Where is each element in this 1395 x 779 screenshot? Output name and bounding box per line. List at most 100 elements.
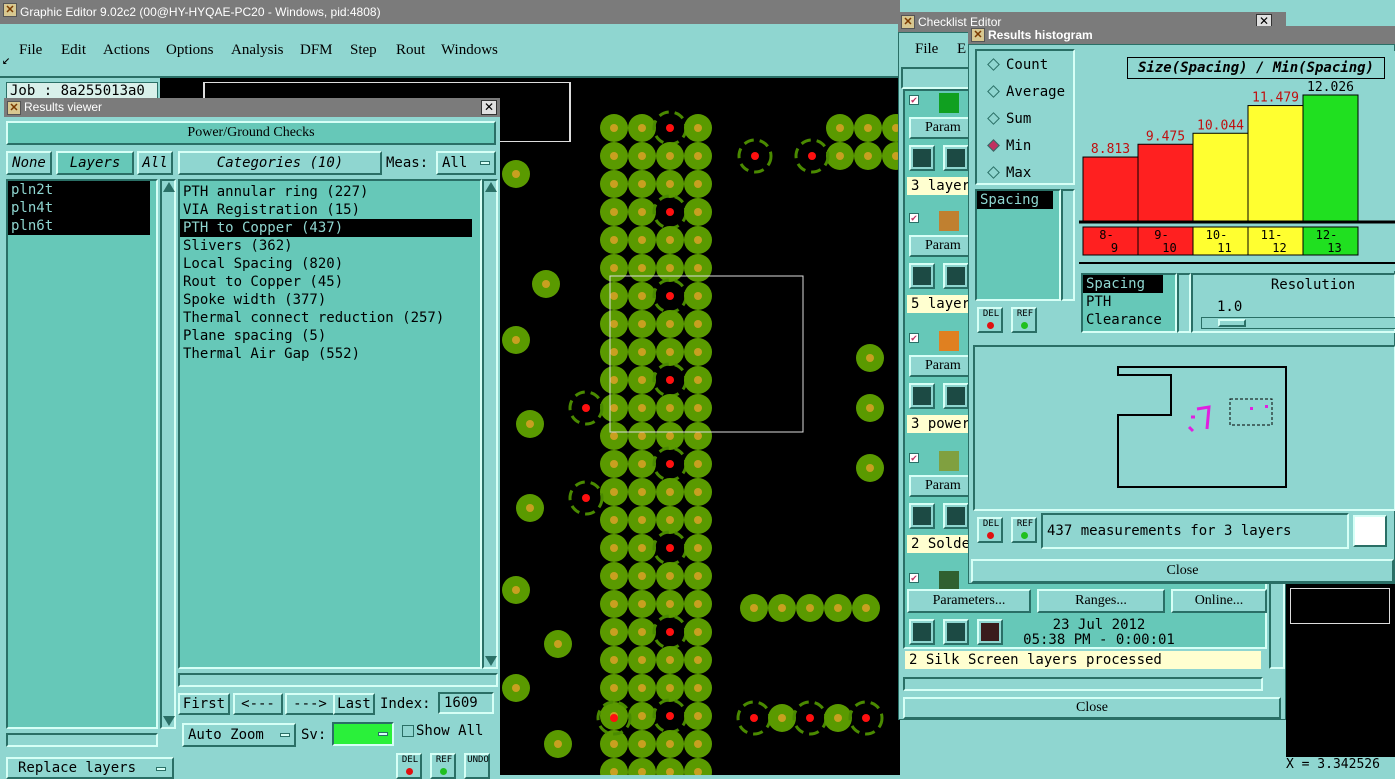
category-item[interactable]: Slivers (362) — [180, 237, 472, 255]
online-button[interactable]: Online... — [1171, 589, 1267, 613]
mode-radio-max[interactable]: Max — [987, 163, 1031, 183]
parameters-button[interactable]: Parameters... — [907, 589, 1031, 613]
spacing-type-item[interactable]: Clearance — [1083, 311, 1163, 329]
layer-item[interactable]: pln6t — [8, 217, 150, 235]
nav-next-button[interactable]: ---> — [285, 693, 335, 715]
category-item[interactable]: PTH to Copper (437) — [180, 219, 472, 237]
run-step-icon[interactable] — [943, 383, 969, 409]
undo-button[interactable]: UNDO — [464, 753, 490, 779]
menu-actions[interactable]: Actions — [103, 42, 150, 59]
nav-prev-button[interactable]: <--- — [233, 693, 283, 715]
resolution-slider-handle[interactable] — [1218, 319, 1246, 327]
results-header-button[interactable]: Power/Ground Checks — [6, 121, 496, 145]
run-step-icon[interactable] — [943, 263, 969, 289]
run-step-icon[interactable] — [943, 619, 969, 645]
ref-button[interactable]: REF — [430, 753, 456, 779]
menu-analysis[interactable]: Analysis — [231, 42, 284, 59]
spacing-type-item[interactable]: PTH — [1083, 293, 1163, 311]
spacing-type-scrollbar[interactable] — [1177, 273, 1191, 333]
run-action-icon[interactable] — [909, 503, 935, 529]
category-item[interactable]: PTH annular ring (227) — [180, 183, 472, 201]
menu-rout[interactable]: Rout — [396, 42, 425, 59]
run-step-icon[interactable] — [943, 503, 969, 529]
results-viewer-close-icon[interactable]: ✕ — [481, 100, 497, 115]
nav-last-button[interactable]: Last — [333, 693, 375, 715]
layers-hscrollbar[interactable] — [6, 733, 158, 747]
categories-list[interactable]: PTH annular ring (227) VIA Registration (… — [178, 179, 482, 669]
mode-radio-min[interactable]: Min — [987, 136, 1031, 156]
category-item[interactable]: Thermal connect reduction (257) — [180, 309, 472, 327]
action-checkbox[interactable]: ✔ — [909, 213, 919, 224]
ranges-button[interactable]: Ranges... — [1037, 589, 1165, 613]
checklist-menu-file[interactable]: File — [915, 41, 938, 58]
checklist-close-button[interactable]: Close — [903, 697, 1281, 719]
run-action-icon[interactable] — [909, 619, 935, 645]
run-step-icon[interactable] — [943, 145, 969, 171]
action-checkbox[interactable]: ✔ — [909, 95, 919, 106]
histogram-preview[interactable] — [973, 345, 1395, 511]
layers-scrollbar[interactable] — [160, 179, 176, 729]
checklist-hscrollbar[interactable] — [903, 677, 1263, 691]
category-item[interactable]: Rout to Copper (45) — [180, 273, 472, 291]
pcb-board-canvas[interactable] — [500, 78, 900, 775]
histogram-titlebar[interactable]: ✕ Results histogram — [968, 26, 1395, 44]
mode-radio-sum[interactable]: Sum — [987, 109, 1031, 129]
menu-windows[interactable]: Windows — [441, 42, 498, 59]
action-checkbox[interactable]: ✔ — [909, 453, 919, 464]
action-checkbox[interactable]: ✔ — [909, 573, 919, 584]
categories-button[interactable]: Categories (10) — [178, 151, 382, 175]
main-window-titlebar[interactable]: ✕ Graphic Editor 9.02c2 (00@HY-HYQAE-PC2… — [0, 0, 900, 24]
menu-file[interactable]: File — [19, 42, 42, 59]
category-item[interactable]: Thermal Air Gap (552) — [180, 345, 472, 363]
category-item[interactable]: Plane spacing (5) — [180, 327, 472, 345]
histogram-measure-scrollbar[interactable] — [1061, 189, 1075, 301]
categories-hscrollbar[interactable] — [178, 673, 498, 687]
nav-first-button[interactable]: First — [178, 693, 230, 715]
run-action-icon[interactable] — [909, 383, 935, 409]
show-all-checkbox[interactable] — [402, 725, 414, 737]
menu-dfm[interactable]: DFM — [300, 42, 333, 59]
histogram-del-button[interactable]: DEL — [977, 307, 1003, 333]
menu-options[interactable]: Options — [166, 42, 214, 59]
auto-zoom-button[interactable]: Auto Zoom — [182, 723, 296, 747]
action-checkbox[interactable]: ✔ — [909, 333, 919, 344]
categories-scrollbar[interactable] — [482, 179, 498, 669]
filter-layers-button[interactable]: Layers — [56, 151, 134, 175]
menu-step[interactable]: Step — [350, 42, 377, 59]
histogram-close-button[interactable]: Close — [971, 559, 1394, 583]
filter-none-button[interactable]: None — [6, 151, 52, 175]
category-item[interactable]: VIA Registration (15) — [180, 201, 472, 219]
sv-color-select[interactable] — [332, 722, 394, 746]
checklist-menu-edit[interactable]: E — [957, 41, 966, 58]
spacing-type-list[interactable]: Spacing PTH Clearance — [1081, 273, 1177, 333]
histogram-measure-list[interactable]: Spacing — [975, 189, 1061, 301]
preview-ref-button[interactable]: REF — [1011, 517, 1037, 543]
preview-del-button[interactable]: DEL — [977, 517, 1003, 543]
scroll-up-icon[interactable] — [485, 182, 497, 192]
mode-radio-average[interactable]: Average — [987, 82, 1065, 102]
del-button[interactable]: DEL — [396, 753, 422, 779]
scroll-down-icon[interactable] — [485, 656, 497, 666]
scroll-down-icon[interactable] — [163, 716, 175, 726]
layers-list[interactable]: pln2t pln4t pln6t — [6, 179, 158, 729]
layer-item[interactable]: pln2t — [8, 181, 150, 199]
run-action-icon[interactable] — [909, 145, 935, 171]
scroll-up-icon[interactable] — [163, 182, 175, 192]
run-action-icon[interactable] — [909, 263, 935, 289]
filter-all-button[interactable]: All — [137, 151, 173, 175]
run-error-icon[interactable] — [977, 619, 1003, 645]
index-input[interactable]: 1609 — [438, 692, 494, 714]
mode-radio-count[interactable]: Count — [987, 55, 1048, 75]
histogram-ref-button[interactable]: REF — [1011, 307, 1037, 333]
meas-select[interactable]: All — [436, 151, 496, 175]
layer-item[interactable]: pln4t — [8, 199, 150, 217]
histogram-measure-item[interactable]: Spacing — [977, 191, 1053, 209]
results-viewer-titlebar[interactable]: ✕ Results viewer ✕ — [4, 98, 500, 117]
zoom-window-icon[interactable] — [1353, 515, 1387, 547]
menu-edit[interactable]: Edit — [61, 42, 86, 59]
spacing-type-item[interactable]: Spacing — [1083, 275, 1163, 293]
category-item[interactable]: Spoke width (377) — [180, 291, 472, 309]
category-item[interactable]: Local Spacing (820) — [180, 255, 472, 273]
replace-layers-button[interactable]: Replace layers — [6, 757, 174, 779]
resolution-slider[interactable] — [1201, 317, 1395, 329]
